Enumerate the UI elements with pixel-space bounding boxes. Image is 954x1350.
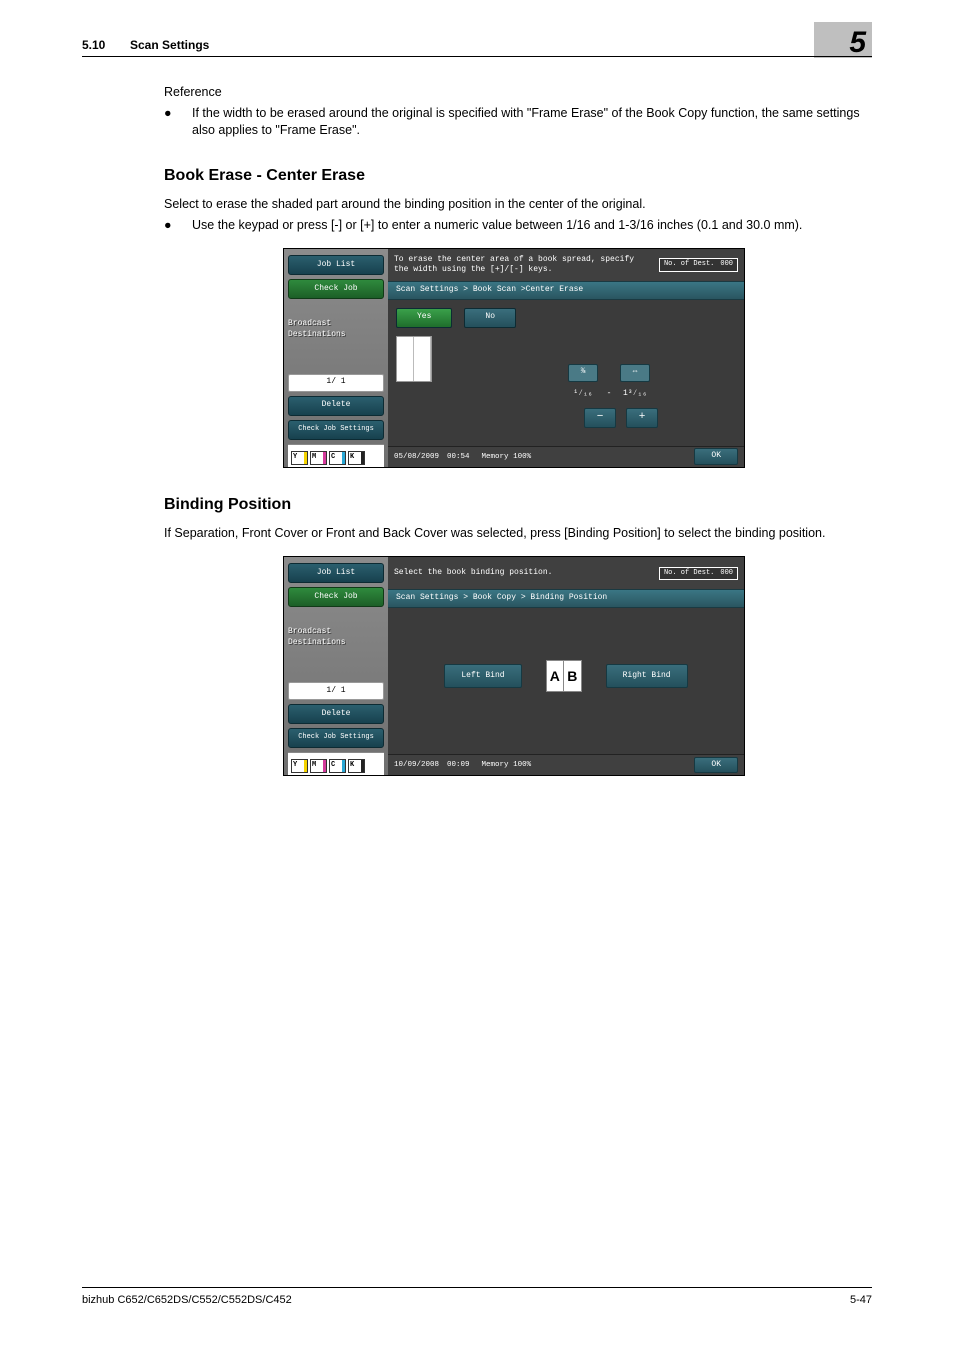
broadcast-label: Broadcast Destinations: [288, 627, 384, 649]
book-erase-bullet: Use the keypad or press [-] or [+] to en…: [192, 217, 864, 234]
check-job-settings-button[interactable]: Check Job Settings: [288, 728, 384, 748]
bullet-icon: ●: [164, 217, 192, 234]
bullet-icon: ●: [164, 105, 192, 139]
header-section-number: 5.10: [82, 38, 105, 52]
reference-label: Reference: [164, 84, 864, 101]
job-list-button[interactable]: Job List: [288, 255, 384, 275]
status-date: 10/09/2008: [394, 760, 439, 770]
minus-button[interactable]: −: [584, 408, 616, 428]
value-grid: ⅜ ⇔ ¹⁄₁₆ - 1³⁄₁₆: [568, 364, 650, 404]
binding-intro: If Separation, Front Cover or Front and …: [164, 525, 864, 542]
page-indicator: 1/ 1: [288, 682, 384, 700]
toner-levels: Y M C K: [288, 752, 384, 775]
right-bind-button[interactable]: Right Bind: [606, 664, 688, 688]
value-current: ⅜: [568, 364, 598, 382]
page-indicator: 1/ 1: [288, 374, 384, 392]
left-bind-button[interactable]: Left Bind: [444, 664, 521, 688]
binding-icon: A B: [546, 660, 582, 692]
binding-heading: Binding Position: [164, 494, 864, 516]
broadcast-label: Broadcast Destinations: [288, 319, 384, 341]
yes-button[interactable]: Yes: [396, 308, 452, 328]
status-date: 05/08/2009: [394, 452, 439, 462]
unit-toggle[interactable]: ⇔: [620, 364, 650, 382]
breadcrumb: Scan Settings > Book Copy > Binding Posi…: [388, 589, 744, 608]
reference-text: If the width to be erased around the ori…: [192, 105, 864, 139]
dash: -: [602, 386, 616, 404]
status-time: 00:54: [447, 452, 470, 462]
toner-levels: Y M C K: [288, 444, 384, 467]
value-max: 1³⁄₁₆: [620, 386, 650, 404]
breadcrumb: Scan Settings > Book Scan >Center Erase: [388, 281, 744, 300]
preview-icon: [396, 336, 432, 382]
check-job-button[interactable]: Check Job: [288, 279, 384, 299]
ok-button[interactable]: OK: [694, 448, 738, 465]
instruction-text: Select the book binding position.: [394, 568, 653, 578]
dest-count: No. of Dest.000: [659, 258, 738, 271]
job-list-button[interactable]: Job List: [288, 563, 384, 583]
header-section-title: Scan Settings: [130, 38, 209, 52]
instruction-text: To erase the center area of a book sprea…: [394, 255, 653, 274]
no-button[interactable]: No: [464, 308, 516, 328]
status-time: 00:09: [447, 760, 470, 770]
footer-page: 5-47: [850, 1294, 872, 1306]
binding-position-panel: Job List Check Job Broadcast Destination…: [283, 556, 745, 776]
center-erase-panel: Job List Check Job Broadcast Destination…: [283, 248, 745, 468]
plus-button[interactable]: +: [626, 408, 658, 428]
header-rule: [82, 56, 872, 57]
value-min: ¹⁄₁₆: [568, 386, 598, 404]
footer-product: bizhub C652/C652DS/C552/C552DS/C452: [82, 1294, 292, 1306]
delete-button[interactable]: Delete: [288, 396, 384, 416]
book-erase-intro: Select to erase the shaded part around t…: [164, 196, 864, 213]
dest-count: No. of Dest.000: [659, 567, 738, 580]
delete-button[interactable]: Delete: [288, 704, 384, 724]
ok-button[interactable]: OK: [694, 757, 738, 774]
check-job-settings-button[interactable]: Check Job Settings: [288, 420, 384, 440]
check-job-button[interactable]: Check Job: [288, 587, 384, 607]
chapter-badge: 5: [814, 22, 872, 58]
book-erase-heading: Book Erase - Center Erase: [164, 165, 864, 187]
